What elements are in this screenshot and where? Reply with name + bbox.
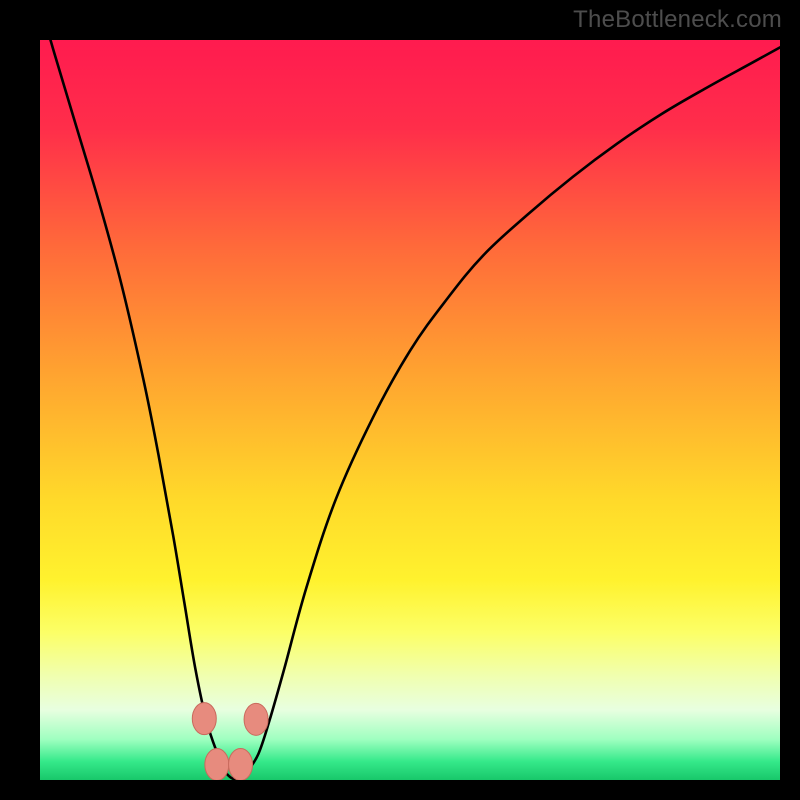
bottleneck-curve (40, 40, 780, 780)
data-point (229, 748, 253, 780)
watermark-text: TheBottleneck.com (573, 6, 782, 34)
data-point (244, 703, 268, 735)
data-point (192, 703, 216, 735)
chart-frame: TheBottleneck.com (0, 0, 800, 800)
data-point-markers (192, 703, 268, 780)
plot-area (40, 40, 780, 780)
data-point (205, 748, 229, 780)
